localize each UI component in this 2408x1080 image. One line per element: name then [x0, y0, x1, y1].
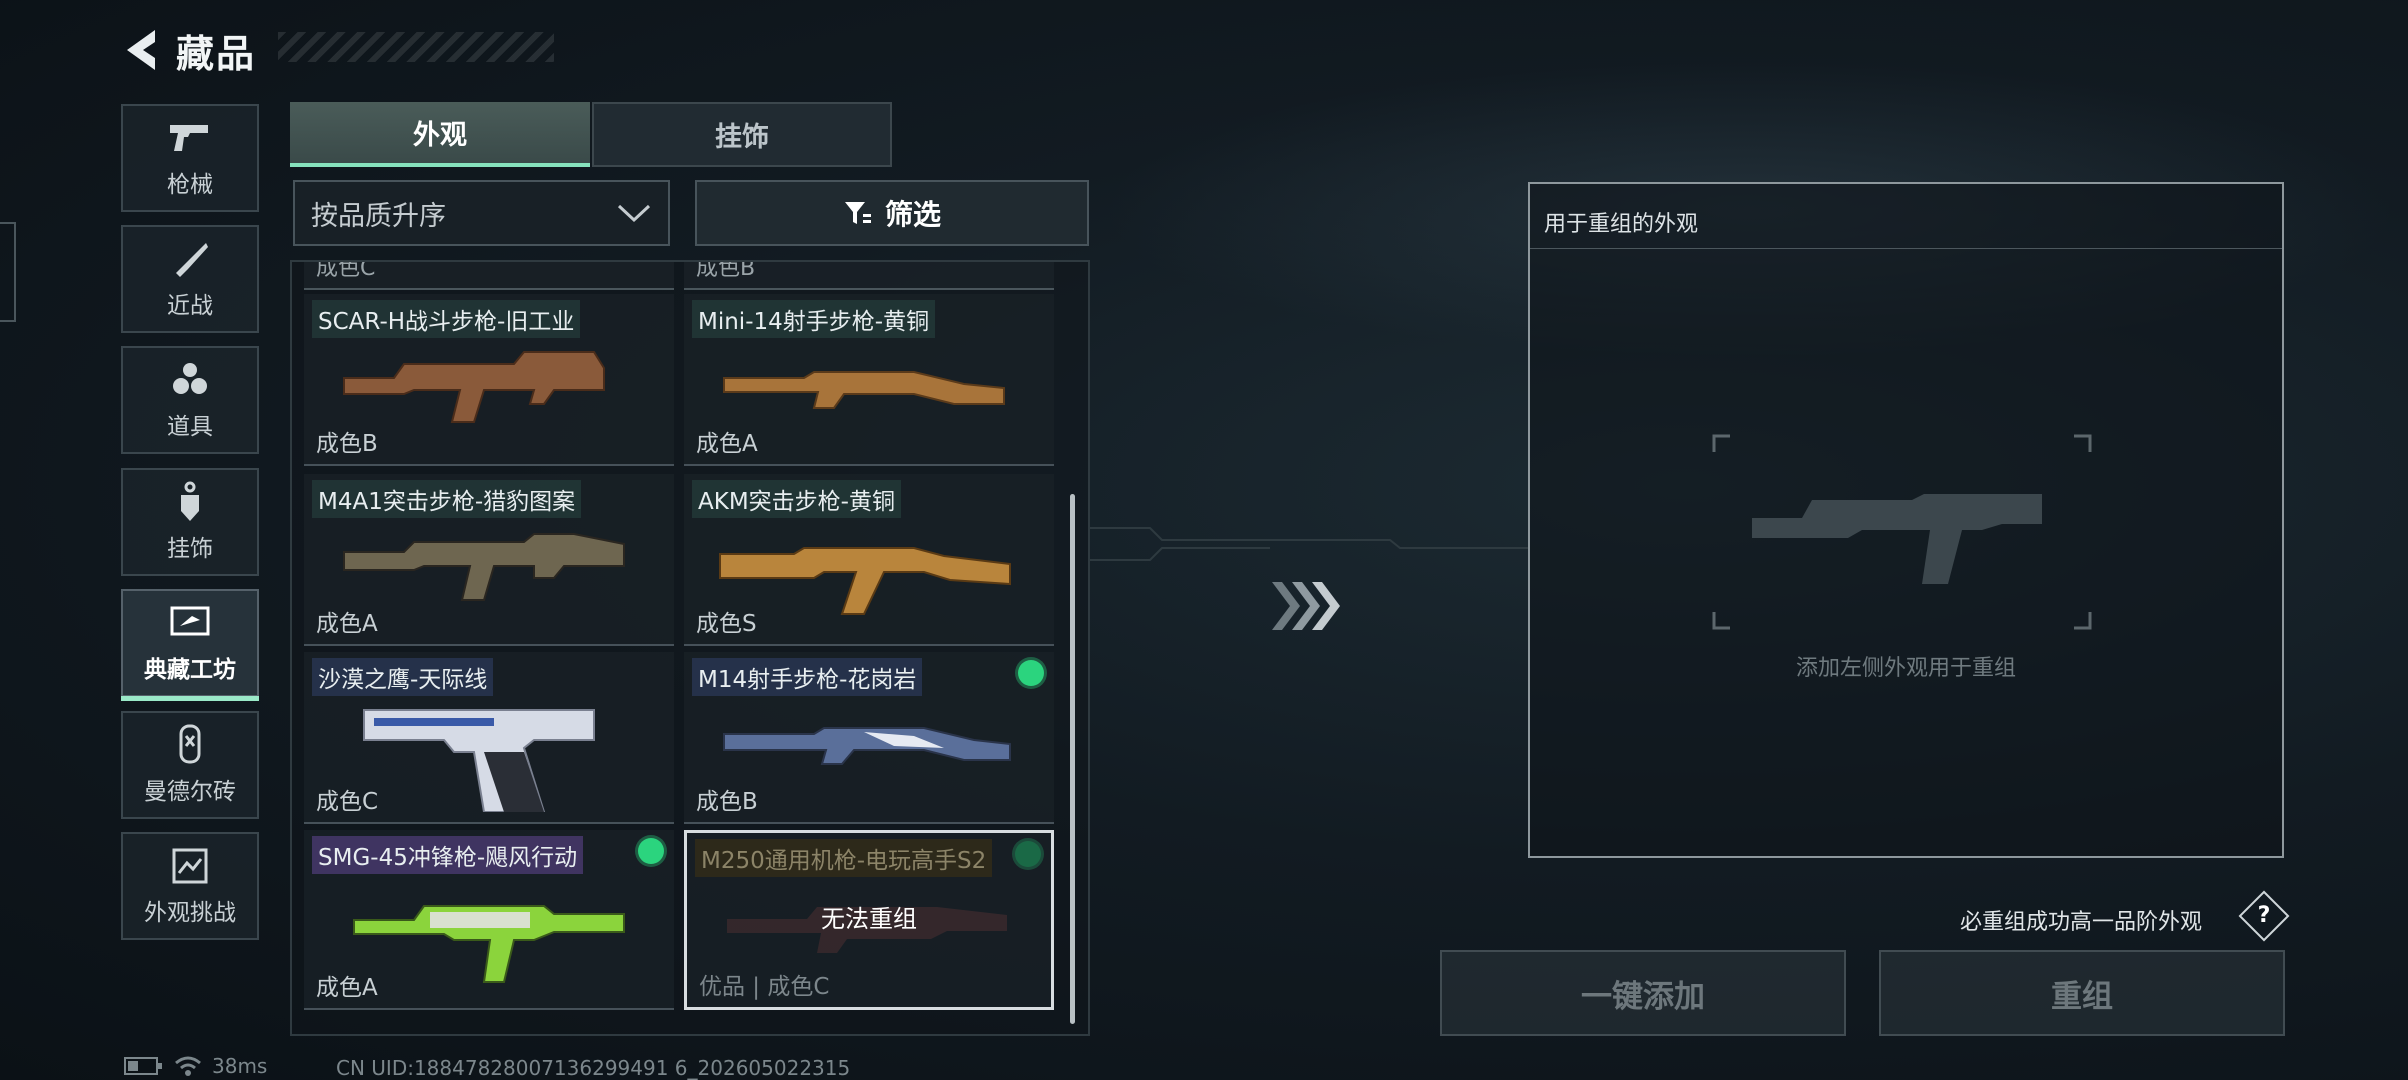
card-grade: 成色A [316, 975, 378, 1001]
card-name: SCAR-H战斗步枪-旧工业 [312, 300, 581, 338]
rifle-image [723, 727, 1011, 765]
filter-icon [844, 202, 871, 224]
card-grade: 成色A [316, 611, 378, 637]
card-name: M250通用机枪-电玩高手S2 [695, 839, 993, 877]
status-bar: 38ms [124, 1054, 267, 1078]
skin-card[interactable]: Mini-14射手步枪-黄铜 成色A [684, 294, 1054, 466]
battery-icon [124, 1057, 162, 1075]
recombine-button[interactable]: 重组 [1879, 950, 2285, 1036]
pistol-icon [168, 117, 212, 159]
nav-label: 典藏工坊 [144, 657, 236, 683]
skin-card[interactable]: 沙漠之鹰-天际线 成色C [304, 652, 674, 824]
challenge-icon [171, 845, 209, 887]
card-grade: 优品 | 成色C [699, 974, 830, 1000]
one-click-add-button[interactable]: 一键添加 [1440, 950, 1846, 1036]
owned-indicator-icon [1015, 841, 1041, 867]
nav-workshop[interactable]: 典藏工坊 [121, 589, 259, 701]
nav-label: 外观挑战 [144, 900, 236, 926]
filter-button[interactable]: 筛选 [695, 180, 1089, 246]
guarantee-text: 必重组成功高一品阶外观 [1960, 910, 2203, 935]
card-grade: 成色S [696, 611, 757, 637]
card-name: M14射手步枪-花岗岩 [692, 658, 923, 696]
nav-items[interactable]: 道具 [121, 346, 259, 454]
title-decoration [278, 32, 554, 62]
card-grade: 成色C [316, 789, 379, 815]
rifle-image [719, 547, 1011, 615]
divider [1530, 248, 2282, 249]
tab-skins[interactable]: 外观 [290, 102, 590, 167]
card-grade: 成色B [696, 789, 758, 815]
grid-scrollbar[interactable] [1070, 494, 1075, 1024]
cannot-recombine-label: 无法重组 [821, 905, 917, 933]
card-grade: 成色A [696, 431, 758, 457]
nav-label: 道具 [167, 414, 213, 440]
nav-label: 挂饰 [167, 536, 213, 562]
recombine-panel-title: 用于重组的外观 [1544, 212, 1699, 237]
back-arrow-icon [127, 30, 155, 70]
edge-bracket [0, 222, 16, 322]
skin-card[interactable]: AKM突击步枪-黄铜 成色S [684, 474, 1054, 646]
ping-value: 38ms [212, 1054, 268, 1078]
nav-melee[interactable]: 近战 [121, 225, 259, 333]
page-title: 藏品 [176, 31, 257, 76]
card-grade: 成色B [316, 431, 378, 457]
card-grade: 成色C [316, 262, 376, 281]
skin-card[interactable]: M4A1突击步枪-猎豹图案 成色A [304, 474, 674, 646]
help-glyph: ? [2257, 903, 2271, 928]
nav-label: 枪械 [167, 172, 213, 198]
owned-indicator-icon [638, 838, 664, 864]
knife-icon [170, 238, 210, 280]
sort-value: 按品质升序 [311, 200, 446, 232]
grenade-icon [170, 359, 210, 401]
tab-charms[interactable]: 挂饰 [592, 102, 892, 167]
rifle-image [723, 371, 1005, 409]
user-uid: CN UID:18847828007136299491 6_2026050223… [336, 1056, 851, 1080]
owned-indicator-icon [1018, 660, 1044, 686]
skin-grid[interactable]: 成色C 成色B SCAR-H战斗步枪-旧工业 成色B Mini-14射手步枪-黄… [290, 260, 1090, 1036]
rifle-image [343, 533, 625, 601]
nav-appearance-challenge[interactable]: 外观挑战 [121, 832, 259, 940]
transfer-arrow-icon [1272, 582, 1340, 630]
card-name: Mini-14射手步枪-黄铜 [692, 300, 936, 338]
skin-card[interactable]: SMG-45冲锋枪-飓风行动 成色A [304, 830, 674, 1010]
mandel-brick-icon [175, 724, 205, 766]
card-partial[interactable]: 成色B [684, 262, 1054, 290]
rifle-image [343, 351, 605, 423]
nav-label: 曼德尔砖 [144, 779, 236, 805]
smg-image [353, 905, 625, 983]
skin-card-disabled[interactable]: M250通用机枪-电玩高手S2 无法重组 优品 | 成色C [684, 830, 1054, 1010]
charm-icon [173, 481, 207, 523]
card-name: M4A1突击步枪-猎豹图案 [312, 480, 582, 518]
pistol-image [363, 709, 595, 812]
workshop-icon [170, 602, 210, 644]
filter-label: 筛选 [884, 198, 941, 231]
recombine-slot[interactable] [1712, 434, 2092, 630]
help-icon[interactable]: ? [2238, 890, 2290, 942]
card-name: AKM突击步枪-黄铜 [692, 480, 901, 518]
nav-guns[interactable]: 枪械 [121, 104, 259, 212]
skin-card[interactable]: M14射手步枪-花岗岩 成色B [684, 652, 1054, 824]
slot-hint: 添加左侧外观用于重组 [1795, 656, 2016, 681]
header: 藏品 [118, 22, 256, 78]
card-name: SMG-45冲锋枪-飓风行动 [312, 836, 584, 874]
card-name: 沙漠之鹰-天际线 [312, 658, 494, 696]
back-button[interactable] [118, 27, 164, 73]
nav-charms[interactable]: 挂饰 [121, 468, 259, 576]
wifi-icon [175, 1056, 201, 1076]
sort-dropdown[interactable]: 按品质升序 [293, 180, 670, 246]
connector-lines [1090, 527, 1530, 561]
skin-card[interactable]: SCAR-H战斗步枪-旧工业 成色B [304, 294, 674, 466]
card-partial[interactable]: 成色C [304, 262, 674, 290]
card-grade: 成色B [696, 262, 756, 281]
chevron-down-icon [617, 204, 651, 223]
nav-mandel-brick[interactable]: 曼德尔砖 [121, 711, 259, 819]
nav-label: 近战 [167, 293, 213, 319]
